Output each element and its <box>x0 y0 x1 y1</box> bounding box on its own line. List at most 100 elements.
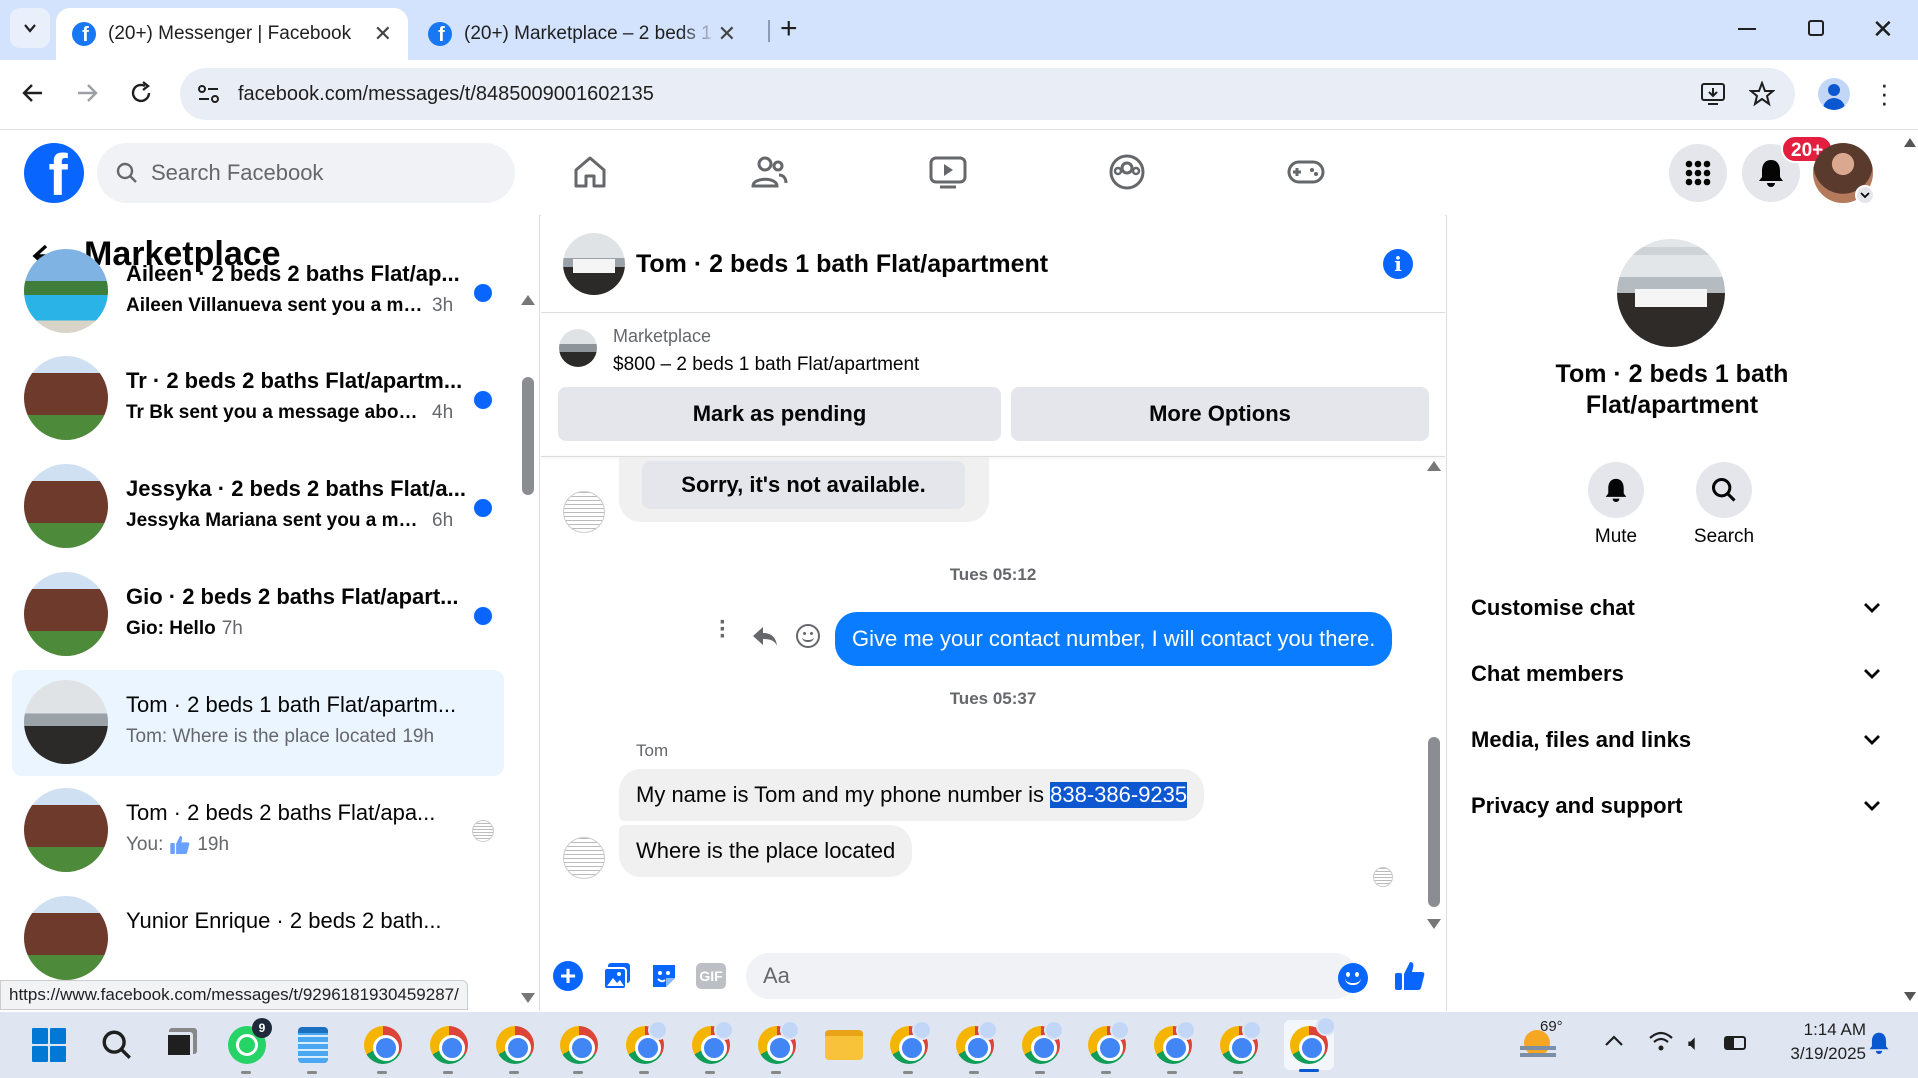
details-avatar[interactable] <box>1617 239 1725 347</box>
task-view-icon[interactable] <box>158 1024 200 1066</box>
bookmark-star-icon[interactable] <box>1749 81 1775 107</box>
conversation-time: 3h <box>432 295 454 316</box>
gaming-icon[interactable] <box>1284 150 1328 194</box>
clock-time[interactable]: 1:14 AM <box>1770 1020 1866 1040</box>
phone-number-selected[interactable]: 838-386-9235 <box>1050 782 1188 808</box>
chat-header-avatar[interactable] <box>563 233 625 295</box>
friends-icon[interactable] <box>747 150 791 194</box>
watch-video-icon[interactable] <box>926 150 970 194</box>
react-emoji-icon[interactable] <box>796 624 820 648</box>
new-tab-icon[interactable]: + <box>780 12 798 46</box>
scrollbar-thumb[interactable] <box>522 377 534 495</box>
address-bar[interactable]: facebook.com/messages/t/8485009001602135 <box>180 68 1795 120</box>
message-bubble-contact-request[interactable]: Give me your contact number, I will cont… <box>835 612 1393 666</box>
listing-thumbnail[interactable] <box>559 329 597 367</box>
site-info-icon[interactable] <box>196 83 222 105</box>
chrome-taskbar-icon[interactable] <box>1218 1020 1262 1074</box>
info-icon[interactable]: i <box>1383 249 1413 279</box>
conversation-item[interactable]: Aileen · 2 beds 2 baths Flat/ap... Aileen… <box>12 239 504 345</box>
conversation-item[interactable]: Jessyka · 2 beds 2 baths Flat/a... Jessyk… <box>12 454 504 560</box>
notepad-icon[interactable] <box>292 1024 334 1074</box>
sender-avatar[interactable] <box>563 491 605 533</box>
search-input[interactable]: Search Facebook <box>97 143 515 203</box>
profile-icon[interactable] <box>1818 78 1850 110</box>
battery-icon[interactable] <box>1724 1036 1746 1050</box>
conversation-item[interactable]: Yunior Enrique · 2 beds 2 bath... <box>12 886 504 992</box>
page-scrollbar[interactable] <box>1902 130 1918 1011</box>
chrome-taskbar-icon[interactable] <box>888 1020 932 1074</box>
reply-icon[interactable] <box>751 624 779 653</box>
home-icon[interactable] <box>568 150 612 194</box>
sticker-icon[interactable] <box>649 961 679 996</box>
mute-button[interactable] <box>1588 462 1644 518</box>
clock-date[interactable]: 3/19/2025 <box>1770 1044 1866 1064</box>
chrome-taskbar-icon[interactable] <box>428 1024 470 1074</box>
notification-center-bell-icon[interactable] <box>1868 1030 1890 1061</box>
tab-messenger[interactable]: f (20+) Messenger | Facebook ✕ <box>56 8 408 60</box>
mark-as-pending-button[interactable]: Mark as pending <box>558 387 1001 441</box>
chat-scroll-down-arrow[interactable] <box>1427 919 1441 929</box>
message-more-icon[interactable]: · · · <box>719 611 727 649</box>
tab-marketplace[interactable]: f (20+) Marketplace – 2 beds 1 b ✕ <box>412 8 752 60</box>
chrome-taskbar-icon[interactable] <box>1152 1020 1196 1074</box>
section-chat-members[interactable]: Chat members <box>1471 654 1881 694</box>
chat-scrollbar-thumb[interactable] <box>1428 737 1440 907</box>
show-hidden-icons-chevron[interactable] <box>1604 1034 1624 1053</box>
search-conversation-button[interactable] <box>1696 462 1752 518</box>
chrome-taskbar-icon[interactable] <box>362 1024 404 1074</box>
chrome-taskbar-icon[interactable] <box>954 1020 998 1074</box>
menu-grid-button[interactable] <box>1669 144 1727 202</box>
attach-photo-icon[interactable] <box>602 961 632 996</box>
browser-menu-icon[interactable]: · · · <box>1880 71 1889 115</box>
chrome-taskbar-icon[interactable] <box>1020 1020 1064 1074</box>
groups-icon[interactable] <box>1105 150 1149 194</box>
install-app-icon[interactable] <box>1699 81 1727 107</box>
listing-detail[interactable]: $800 – 2 beds 1 bath Flat/apartment <box>613 354 919 376</box>
like-thumbs-up-icon[interactable] <box>1393 959 1427 998</box>
account-chevron-icon[interactable] <box>1855 185 1875 205</box>
emoji-picker-icon[interactable] <box>1338 963 1368 993</box>
scroll-up-arrow[interactable] <box>521 295 535 305</box>
reload-icon[interactable] <box>128 80 154 111</box>
minimize-icon[interactable] <box>1738 28 1756 30</box>
taskbar-search-icon[interactable] <box>96 1024 138 1066</box>
more-actions-plus-icon[interactable]: + <box>553 961 583 991</box>
chrome-taskbar-icon[interactable] <box>558 1024 600 1074</box>
volume-muted-icon[interactable]: 🔈︎ <box>1688 1030 1701 1056</box>
facebook-logo-icon[interactable]: f <box>24 143 84 203</box>
section-privacy-support[interactable]: Privacy and support <box>1471 786 1881 826</box>
chrome-taskbar-icon[interactable] <box>1086 1020 1130 1074</box>
chrome-taskbar-icon[interactable] <box>494 1024 536 1074</box>
tab-search-button[interactable] <box>10 8 50 48</box>
back-icon[interactable] <box>20 80 46 111</box>
file-explorer-icon[interactable] <box>823 1024 865 1066</box>
conversation-item[interactable]: Gio · 2 beds 2 baths Flat/apart... Gio: H… <box>12 562 504 668</box>
wifi-icon[interactable] <box>1648 1030 1674 1057</box>
restore-icon[interactable] <box>1808 20 1824 36</box>
chrome-taskbar-icon[interactable] <box>690 1020 734 1074</box>
section-customise-chat[interactable]: Customise chat <box>1471 588 1881 628</box>
message-bubble-not-available[interactable]: Sorry, it's not available. <box>642 461 965 509</box>
window-close-icon[interactable]: ✕ <box>1872 14 1894 45</box>
sender-avatar[interactable] <box>563 837 605 879</box>
whatsapp-icon[interactable]: 9 <box>226 1018 272 1074</box>
gif-icon[interactable]: GIF <box>696 963 726 989</box>
section-media-files-links[interactable]: Media, files and links <box>1471 720 1881 760</box>
message-bubble-phone[interactable]: My name is Tom and my phone number is 83… <box>619 769 1205 821</box>
conversation-item[interactable]: Tr · 2 beds 2 baths Flat/apartm... Tr Bk … <box>12 346 504 452</box>
message-input[interactable]: Aa <box>746 953 1358 999</box>
chrome-taskbar-icon[interactable] <box>624 1020 668 1074</box>
conversation-item[interactable]: Tom · 2 beds 2 baths Flat/apa... You: 19h <box>12 778 504 884</box>
message-bubble-location[interactable]: Where is the place located <box>619 825 913 877</box>
scroll-down-arrow[interactable] <box>521 993 535 1003</box>
forward-icon[interactable] <box>74 80 100 111</box>
close-tab-icon[interactable]: ✕ <box>718 21 736 47</box>
chrome-taskbar-icon[interactable] <box>1284 1016 1336 1072</box>
close-tab-icon[interactable]: ✕ <box>374 21 392 47</box>
chrome-taskbar-icon[interactable] <box>756 1020 800 1074</box>
conversation-item[interactable]: Tom · 2 beds 1 bath Flat/apartm... Tom: W… <box>12 670 504 776</box>
chat-header-title[interactable]: Tom · 2 beds 1 bath Flat/apartment <box>636 250 1048 279</box>
windows-start-icon[interactable] <box>28 1024 70 1066</box>
more-options-button[interactable]: More Options <box>1011 387 1429 441</box>
chat-scroll-up-arrow[interactable] <box>1427 461 1441 471</box>
